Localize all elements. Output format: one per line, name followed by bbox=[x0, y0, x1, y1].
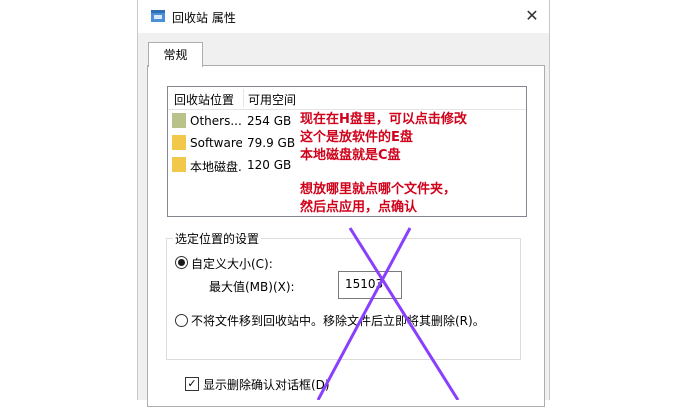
location-name: Software... bbox=[190, 136, 242, 150]
confirm-dialog-checkbox[interactable]: ✓ bbox=[185, 377, 199, 391]
tab-general[interactable]: 常规 bbox=[148, 42, 203, 67]
folder-icon bbox=[172, 135, 186, 150]
max-size-value: 15103 bbox=[345, 277, 384, 291]
general-tab-panel: 回收站位置 可用空间 Others... 254 GB Software... … bbox=[147, 65, 545, 407]
custom-size-label: 自定义大小(C): bbox=[191, 257, 273, 271]
max-value-label: 最大值(MB)(X): bbox=[209, 280, 295, 294]
column-divider[interactable] bbox=[243, 89, 244, 107]
recycle-bin-properties-dialog: 回收站 属性 ✕ 常规 回收站位置 可用空间 Others... 254 GB … bbox=[137, 0, 550, 407]
max-size-input[interactable]: 15103 bbox=[338, 271, 402, 299]
annotation-line-5: 然后点应用，点确认 bbox=[300, 200, 418, 215]
location-name: 本地磁盘... bbox=[190, 160, 242, 174]
window-title: 回收站 属性 bbox=[172, 11, 236, 25]
group-title: 选定位置的设置 bbox=[173, 230, 262, 247]
no-recycle-label: 不将文件移到回收站中。移除文件后立即将其删除(R)。 bbox=[191, 314, 485, 328]
free-space: 79.9 GB bbox=[247, 136, 296, 150]
folder-icon bbox=[172, 157, 186, 172]
column-header-location[interactable]: 回收站位置 bbox=[174, 91, 234, 108]
close-button[interactable]: ✕ bbox=[519, 3, 545, 29]
free-space: 254 GB bbox=[247, 114, 292, 128]
free-space: 120 GB bbox=[247, 158, 292, 172]
confirm-dialog-label: 显示删除确认对话框(D) bbox=[203, 378, 330, 392]
recycle-location-list[interactable]: 回收站位置 可用空间 Others... 254 GB Software... … bbox=[167, 86, 527, 217]
annotation-line-3: 本地磁盘就是C盘 bbox=[300, 148, 401, 163]
recycle-bin-icon bbox=[151, 10, 165, 22]
annotation-line-2: 这个是放软件的E盘 bbox=[300, 130, 413, 145]
column-header-free-space[interactable]: 可用空间 bbox=[248, 91, 296, 108]
annotation-line-1: 现在在H盘里，可以点击修改 bbox=[300, 112, 467, 127]
location-name: Others... bbox=[190, 114, 242, 128]
title-bar: 回收站 属性 ✕ bbox=[138, 0, 549, 33]
radio-selected-dot bbox=[178, 259, 185, 266]
drive-folder-icon bbox=[172, 113, 186, 128]
annotation-line-4: 想放哪里就点哪个文件夹， bbox=[300, 182, 457, 197]
close-icon: ✕ bbox=[525, 6, 539, 25]
custom-size-radio[interactable] bbox=[175, 256, 188, 269]
list-header: 回收站位置 可用空间 bbox=[168, 87, 526, 110]
check-icon: ✓ bbox=[187, 377, 197, 390]
no-recycle-radio[interactable] bbox=[175, 314, 188, 327]
